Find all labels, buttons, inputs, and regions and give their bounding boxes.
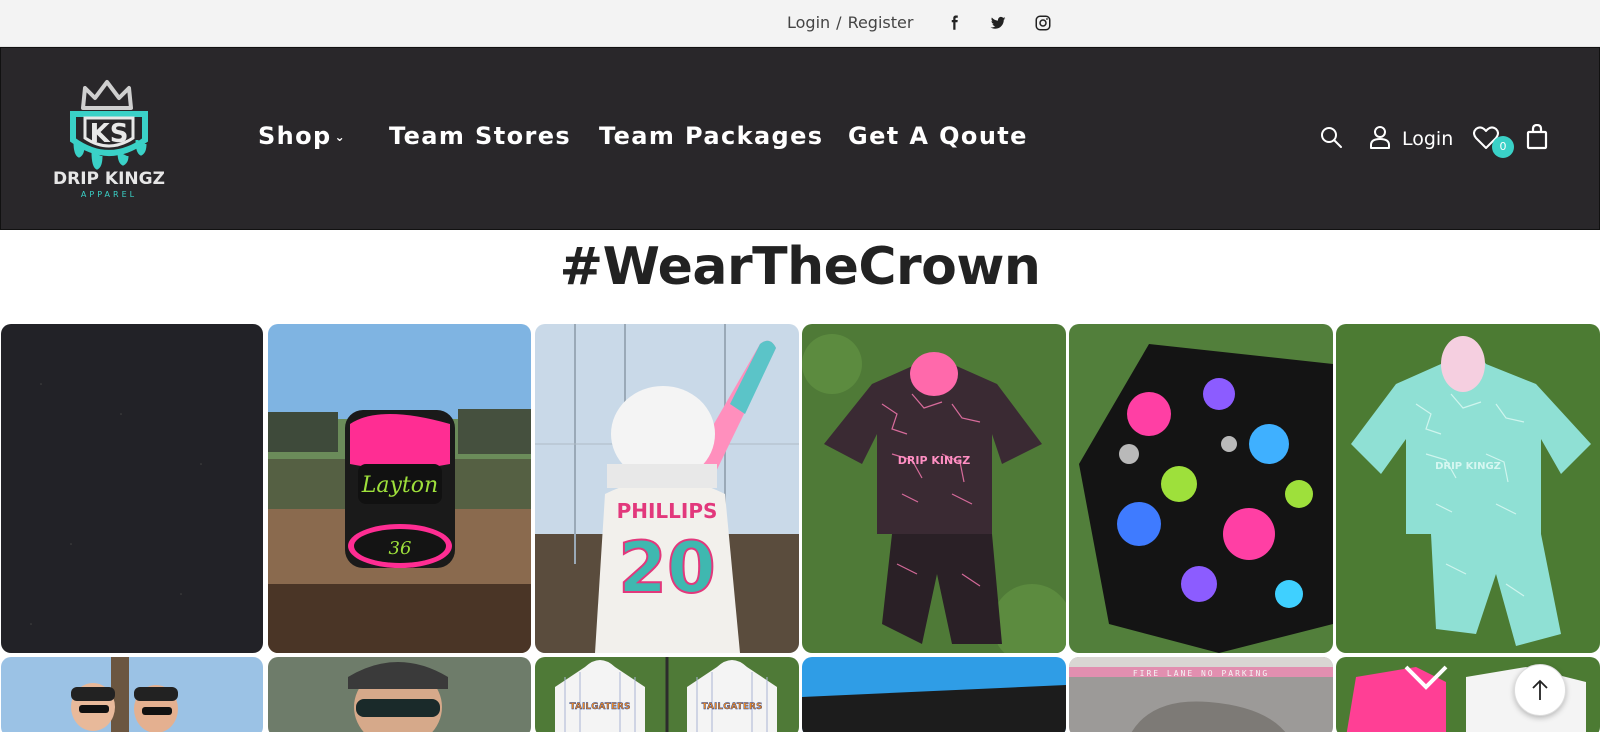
gallery-tile-pink-hoodie[interactable]: DRIP KINGZ xyxy=(802,324,1066,653)
auth-separator: / xyxy=(836,13,842,32)
gallery-tile-sky[interactable] xyxy=(802,657,1066,732)
shopping-bag-icon[interactable] xyxy=(1526,124,1548,150)
gallery-tile-teal-hoodie[interactable]: DRIP KINGZ xyxy=(1336,324,1600,653)
twitter-icon[interactable] xyxy=(989,14,1007,32)
page-title: #WearTheCrown xyxy=(559,237,1041,297)
top-register-link[interactable]: Register xyxy=(848,13,914,32)
gallery-tile-dark[interactable] xyxy=(1,324,263,653)
chevron-down-icon: ⌄ xyxy=(334,130,347,144)
logo-text: DRIP KINGZ xyxy=(53,169,165,189)
nav-get-quote[interactable]: Get A Qoute xyxy=(848,122,1028,150)
jersey-number-text: 20 xyxy=(618,527,715,609)
nav-team-stores[interactable]: Team Stores xyxy=(389,122,571,150)
tailgaters-text-2: TAILGATERS xyxy=(702,702,763,712)
logo-subtext: APPAREL xyxy=(81,190,137,199)
tailgaters-text-1: TAILGATERS xyxy=(570,702,631,712)
nav-shop[interactable]: Shop ⌄ xyxy=(258,122,346,150)
svg-text:KS: KS xyxy=(90,119,129,149)
nav-team-packages[interactable]: Team Packages xyxy=(599,122,824,150)
header-login-link[interactable]: Login xyxy=(1402,128,1453,150)
gallery-tile-splatter-shirt[interactable] xyxy=(1069,324,1333,653)
search-icon[interactable] xyxy=(1319,125,1343,149)
backpack-number-text: 36 xyxy=(389,538,412,559)
instagram-icon[interactable] xyxy=(1034,14,1052,32)
hoodie-brand-text: DRIP KINGZ xyxy=(898,454,970,467)
gallery-tile-people-hats[interactable] xyxy=(1,657,263,732)
nav-shop-label: Shop xyxy=(258,122,332,150)
gallery-tile-fire-lane[interactable]: FIRE LANE NO PARKING xyxy=(1069,657,1333,732)
gallery-tile-kid-sunglasses[interactable] xyxy=(268,657,531,732)
gallery-tile-tailgaters[interactable]: TAILGATERS TAILGATERS xyxy=(535,657,799,732)
user-icon[interactable] xyxy=(1369,125,1391,149)
wishlist-count-badge: 0 xyxy=(1492,136,1514,158)
jersey-name-text: PHILLIPS xyxy=(617,499,718,523)
gallery-tile-batter[interactable]: PHILLIPS 20 xyxy=(535,324,799,653)
backpack-name-text: Layton xyxy=(361,473,438,498)
facebook-icon[interactable] xyxy=(945,14,963,32)
top-login-link[interactable]: Login xyxy=(787,13,830,32)
teal-hoodie-brand-text: DRIP KINGZ xyxy=(1435,461,1501,472)
gallery-tile-backpack[interactable]: Layton 36 xyxy=(268,324,531,653)
drip-kingz-logo[interactable]: KS DRIP KINGZ APPAREL xyxy=(35,78,183,202)
fire-lane-text: FIRE LANE NO PARKING xyxy=(1133,669,1269,678)
arrow-up-icon xyxy=(1532,679,1548,700)
scroll-to-top-button[interactable] xyxy=(1514,664,1566,716)
top-bar: Login / Register xyxy=(0,0,1600,47)
top-auth-links: Login / Register xyxy=(787,13,913,32)
main-header: KS DRIP KINGZ APPAREL Shop ⌄ Team Stores … xyxy=(0,47,1600,230)
